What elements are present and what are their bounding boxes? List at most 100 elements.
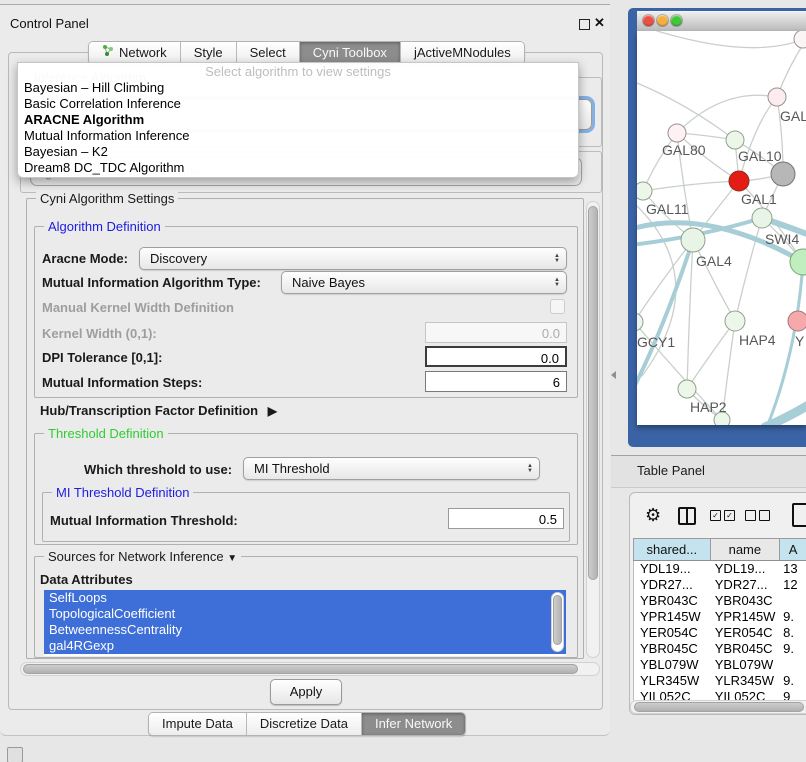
which-threshold-label: Which threshold to use: <box>84 462 232 477</box>
table-row[interactable]: YLR345WYLR345W9. <box>634 673 806 689</box>
which-threshold-value: MI Threshold <box>244 461 521 476</box>
table-row[interactable]: YBR043CYBR043C <box>634 593 806 609</box>
mi-type-combo[interactable]: Naive Bayes ▲▼ <box>281 271 567 294</box>
algorithm-option[interactable]: Basic Correlation Inference <box>18 96 578 112</box>
settings-vertical-scrollbar[interactable] <box>586 201 600 658</box>
node-label-swi4: SWI4 <box>765 231 799 247</box>
data-attributes-label: Data Attributes <box>40 572 133 587</box>
network-node-hap2[interactable] <box>678 380 696 398</box>
table-row[interactable]: YPR145WYPR145W9. <box>634 609 806 625</box>
algorithm-option[interactable]: Mutual Information Inference <box>18 128 578 144</box>
network-node-gal10[interactable] <box>726 131 744 149</box>
network-edge <box>637 240 693 322</box>
mi-steps-field[interactable]: 6 <box>425 371 567 392</box>
attribute-list-item[interactable]: SelfLoops <box>44 590 566 606</box>
unchecked-pair-icon[interactable] <box>745 510 770 521</box>
checked-pair-icon[interactable]: ✓✓ <box>710 510 735 521</box>
manual-kernel-checkbox <box>550 299 565 314</box>
table-cell: 8. <box>779 625 806 641</box>
aracne-mode-combo[interactable]: Discovery ▲▼ <box>139 247 567 270</box>
tab-select[interactable]: Select <box>237 42 300 64</box>
float-window-icon[interactable] <box>579 19 590 30</box>
network-node[interactable] <box>790 249 806 275</box>
column-header-partial[interactable]: A <box>780 539 806 560</box>
sources-group-label[interactable]: Sources for Network Inference ▼ <box>44 549 241 564</box>
column-header-name[interactable]: name <box>711 539 781 560</box>
table-cell: YBR043C <box>634 593 711 609</box>
network-node-swi4[interactable] <box>752 208 772 228</box>
tab-impute-data[interactable]: Impute Data <box>149 713 247 735</box>
tab-discretize-data[interactable]: Discretize Data <box>247 713 362 735</box>
table-cell: YIL052C <box>711 689 779 700</box>
node-label-y: Y <box>795 333 805 349</box>
network-node[interactable] <box>771 162 795 186</box>
panel-collapse-icon[interactable] <box>611 371 616 379</box>
which-threshold-combo[interactable]: MI Threshold ▲▼ <box>243 457 540 480</box>
settings-horizontal-scrollbar[interactable] <box>20 662 600 676</box>
document-icon[interactable] <box>792 503 806 527</box>
table-row[interactable]: YER054CYER054C8. <box>634 625 806 641</box>
node-label-gal11: GAL11 <box>646 201 689 217</box>
attribute-list-item[interactable]: TopologicalCoefficient <box>44 606 566 622</box>
tab-label: Discretize Data <box>260 713 348 735</box>
attribute-list-item[interactable]: gal4RGexp <box>44 638 566 654</box>
dpi-tolerance-field[interactable]: 0.0 <box>425 346 567 367</box>
mi-threshold-label: Mutual Information Threshold: <box>50 513 238 528</box>
app-window: Control Panel ✕ Inference Algorithm gal4… <box>0 0 806 762</box>
table-row[interactable]: YBR045CYBR045C9. <box>634 641 806 657</box>
table-row[interactable]: YDL19...YDL19...13 <box>634 561 806 577</box>
network-node-y[interactable] <box>788 311 806 331</box>
table-horizontal-scrollbar[interactable] <box>630 700 806 714</box>
hub-definition-expander[interactable]: Hub/Transcription Factor Definition ▶ <box>40 403 277 418</box>
table-row[interactable]: YDR27...YDR27...12 <box>634 577 806 593</box>
network-node-gal2[interactable] <box>768 88 786 106</box>
algorithm-option[interactable]: Bayesian – K2 <box>18 144 578 160</box>
mi-threshold-group-label: MI Threshold Definition <box>52 485 193 500</box>
control-panel: Control Panel ✕ Inference Algorithm gal4… <box>0 4 610 736</box>
table-cell: 9. <box>779 673 806 689</box>
close-traffic-light-icon[interactable] <box>643 15 654 26</box>
table-cell: YIL052C <box>634 689 711 700</box>
mi-threshold-field[interactable]: 0.5 <box>448 508 564 529</box>
columns-icon[interactable] <box>678 507 696 525</box>
network-node-hap4[interactable] <box>725 311 745 331</box>
attribute-list-item[interactable]: BetweennessCentrality <box>44 622 566 638</box>
algorithm-popup-placeholder: Select algorithm to view settings <box>18 63 578 80</box>
cyni-settings-group-label: Cyni Algorithm Settings <box>36 191 178 206</box>
manual-kernel-label: Manual Kernel Width Definition <box>42 300 234 315</box>
network-node-gal1[interactable] <box>729 171 749 191</box>
tab-jactivemnodules[interactable]: jActiveMNodules <box>401 42 524 64</box>
node-label-gal4: GAL4 <box>696 253 732 269</box>
algorithm-option[interactable]: Bayesian – Hill Climbing <box>18 80 578 96</box>
tab-cyni-toolbox[interactable]: Cyni Toolbox <box>300 42 401 64</box>
node-label-gal1: GAL1 <box>741 191 777 207</box>
close-icon[interactable]: ✕ <box>594 15 605 31</box>
algorithm-option[interactable]: ARACNE Algorithm <box>18 112 578 128</box>
network-node-gcy1[interactable] <box>637 313 643 331</box>
network-node-gal80[interactable] <box>668 124 686 142</box>
minimize-traffic-light-icon[interactable] <box>657 15 668 26</box>
tab-infer-network[interactable]: Infer Network <box>362 713 465 735</box>
table-cell: 12 <box>779 577 806 593</box>
network-node[interactable] <box>794 31 806 48</box>
node-table: shared... name A <box>633 538 806 561</box>
tab-style[interactable]: Style <box>181 42 237 64</box>
attributes-list-scrollbar[interactable] <box>551 592 564 652</box>
kernel-width-label: Kernel Width (0,1): <box>42 326 157 341</box>
aracne-mode-label: Aracne Mode: <box>42 251 128 266</box>
network-node-gal11[interactable] <box>637 182 652 200</box>
table-row[interactable]: YIL052CYIL052C9 <box>634 689 806 700</box>
corner-grip-icon[interactable] <box>7 747 23 762</box>
apply-button[interactable]: Apply <box>270 679 342 705</box>
tab-network[interactable]: Network <box>89 42 181 64</box>
table-row[interactable]: YBL079WYBL079W <box>634 657 806 673</box>
network-canvas[interactable]: GAL2GAL80GAL10GAL1GAL11SWI4GAL4GCY1HAP4Y… <box>637 31 806 425</box>
gear-icon[interactable]: ⚙ <box>645 505 661 526</box>
zoom-traffic-light-icon[interactable] <box>671 15 682 26</box>
kernel-width-field: 0.0 <box>425 322 567 343</box>
algorithm-option[interactable]: Dream8 DC_TDC Algorithm <box>18 160 578 176</box>
network-node-gal4[interactable] <box>681 228 705 252</box>
node-label-hap4: HAP4 <box>739 332 776 348</box>
table-cell: YBR043C <box>711 593 779 609</box>
column-header-shared-name[interactable]: shared... <box>634 539 711 560</box>
